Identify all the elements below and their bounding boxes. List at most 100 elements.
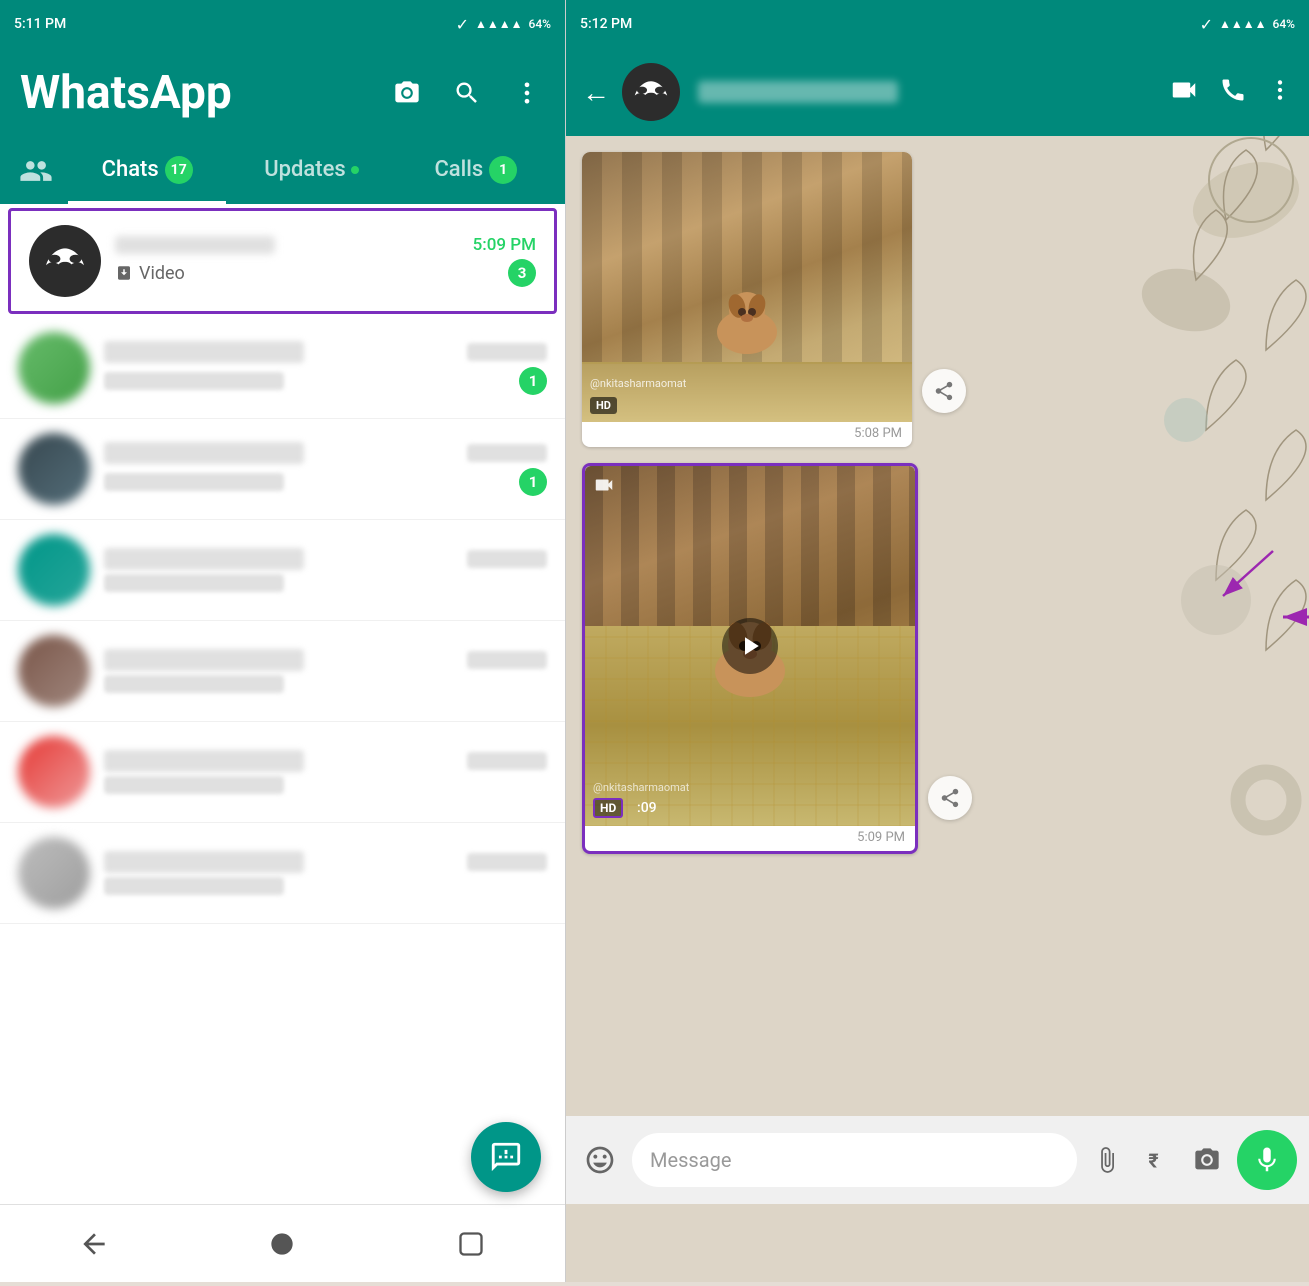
chat-item-4[interactable] [0, 520, 565, 621]
chat-item-5[interactable] [0, 621, 565, 722]
chat-name [115, 236, 275, 254]
chats-badge: 17 [165, 156, 193, 184]
left-time: 5:11 PM [14, 16, 66, 32]
chat-name-3 [104, 442, 304, 464]
avatar-7 [18, 837, 90, 909]
header-icons [389, 75, 545, 111]
updates-dot [351, 166, 359, 174]
chat-info-4 [104, 548, 547, 592]
chat-info-2: 1 [104, 341, 547, 395]
play-button[interactable] [722, 618, 778, 674]
unread-badge: 3 [508, 259, 536, 287]
chat-item-6[interactable] [0, 722, 565, 823]
camera-input-icon[interactable] [1187, 1140, 1227, 1180]
camera-icon[interactable] [389, 75, 425, 111]
right-panel: 5:12 PM ✓ ▲▲▲▲ 64% ← [566, 0, 1309, 1282]
right-status-icons: ✓ ▲▲▲▲ 64% [1200, 15, 1295, 34]
message-input[interactable]: Message [632, 1133, 1077, 1187]
avatar-2 [18, 332, 90, 404]
chat-info-7 [104, 851, 547, 895]
chat-info-5 [104, 649, 547, 693]
search-icon[interactable] [449, 75, 485, 111]
forward-button-2[interactable] [928, 776, 972, 820]
home-button[interactable] [252, 1214, 312, 1274]
chat-input-bar: Message ₹ [566, 1116, 1309, 1204]
emoji-button[interactable] [578, 1138, 622, 1182]
msg-footer-2: 5:09 PM [585, 826, 915, 851]
right-battery: 64% [1273, 17, 1295, 31]
right-recents-button[interactable] [1155, 1214, 1215, 1274]
chat-name-2 [104, 341, 304, 363]
left-status-icons: ✓ ▲▲▲▲ 64% [456, 15, 551, 34]
right-signal-icon: ▲▲▲▲ [1219, 17, 1267, 31]
avatar-4 [18, 534, 90, 606]
chat-item-3[interactable]: 1 [0, 419, 565, 520]
chat-preview-6 [104, 776, 284, 794]
message-row-1: @nkitasharmaomat HD 5:08 PM [582, 152, 1293, 447]
message-placeholder: Message [650, 1148, 731, 1172]
video-message-2[interactable]: HD :09 @nkitasharmaomat 5:09 PM [582, 463, 918, 854]
chat-info-highlighted: 5:09 PM Video 3 [115, 235, 536, 287]
message-row-2: HD :09 @nkitasharmaomat 5:09 PM [582, 463, 1293, 854]
more-options-icon[interactable] [509, 75, 545, 111]
avatar-3 [18, 433, 90, 505]
video-camera-icon [593, 474, 615, 500]
chat-preview-7 [104, 877, 284, 895]
right-status-bar: 5:12 PM ✓ ▲▲▲▲ 64% [566, 0, 1309, 48]
chat-info-6 [104, 750, 547, 794]
video-call-icon[interactable] [1169, 75, 1199, 109]
recents-button[interactable] [441, 1214, 501, 1274]
rupee-icon[interactable]: ₹ [1137, 1140, 1177, 1180]
avatar-5 [18, 635, 90, 707]
right-home-button[interactable] [907, 1214, 967, 1274]
new-chat-fab[interactable] [471, 1122, 541, 1192]
hd-badge-1: HD [590, 397, 617, 414]
chat-item-7[interactable] [0, 823, 565, 924]
chat-preview-2 [104, 372, 284, 390]
svg-text:₹: ₹ [1148, 1150, 1158, 1173]
chat-header-avatar [622, 63, 680, 121]
more-options-right-icon[interactable] [1267, 77, 1293, 107]
chat-name-4 [104, 548, 304, 570]
chat-info-3: 1 [104, 442, 547, 496]
battery-icon: 64% [529, 17, 551, 31]
chat-time-2 [467, 343, 547, 361]
right-nav-bar [566, 1204, 1309, 1282]
tabs-bar: Chats 17 Updates Calls 1 [0, 138, 565, 204]
chat-name-6 [104, 750, 304, 772]
video-message-1[interactable]: @nkitasharmaomat HD 5:08 PM [582, 152, 912, 447]
back-icon[interactable]: ← [582, 76, 610, 109]
mic-button[interactable] [1237, 1130, 1297, 1190]
chat-preview-3 [104, 473, 284, 491]
chat-time: 5:09 PM [473, 235, 536, 255]
chat-item-2[interactable]: 1 [0, 318, 565, 419]
watermark-2: @nkitasharmaomat [593, 781, 689, 794]
signal-icon: ▲▲▲▲ [475, 17, 523, 31]
video-duration: :09 [637, 800, 657, 816]
attach-icon[interactable] [1087, 1140, 1127, 1180]
phone-icon[interactable] [1219, 76, 1247, 108]
input-action-icons: ₹ [1087, 1140, 1227, 1180]
left-nav-bar [0, 1204, 565, 1282]
chat-item-highlighted[interactable]: 5:09 PM Video 3 [8, 208, 557, 314]
app-header: WhatsApp [0, 48, 565, 138]
chat-header-name [698, 81, 898, 103]
tab-community[interactable] [10, 145, 62, 197]
tab-calls[interactable]: Calls 1 [397, 138, 555, 204]
tab-updates[interactable]: Updates [232, 138, 390, 204]
back-button[interactable] [64, 1214, 124, 1274]
msg-footer-1: 5:08 PM [582, 422, 912, 447]
right-back-button[interactable] [660, 1214, 720, 1274]
msg-time-2: 5:09 PM [857, 830, 905, 845]
unread-3: 1 [519, 468, 547, 496]
diagonal-arrow-annotation [1193, 541, 1283, 615]
chat-time-6 [467, 752, 547, 770]
avatar-6 [18, 736, 90, 808]
forward-button-1[interactable] [922, 369, 966, 413]
right-check-icon: ✓ [1200, 15, 1213, 34]
check-circle-icon: ✓ [456, 15, 469, 34]
tab-chats[interactable]: Chats 17 [68, 138, 226, 204]
avatar-batman [29, 225, 101, 297]
chat-time-4 [467, 550, 547, 568]
chat-list: 5:09 PM Video 3 [0, 204, 565, 1204]
